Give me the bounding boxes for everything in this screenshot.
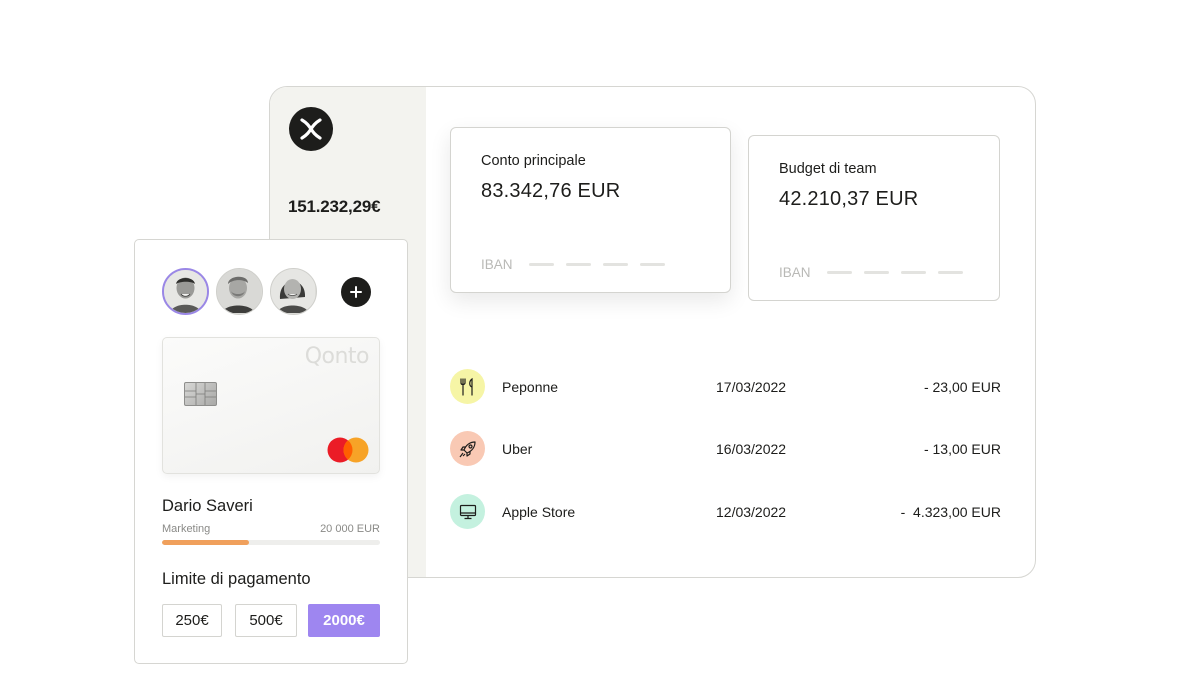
avatar[interactable] <box>162 268 209 315</box>
card-brand-logo: Qonto <box>304 344 370 369</box>
iban-dash <box>602 263 628 266</box>
payment-limit-title: Limite di pagamento <box>162 570 311 588</box>
employee-name: Dario Saveri <box>162 497 253 515</box>
spending-progress-fill <box>162 540 250 545</box>
iban-dash <box>528 263 554 266</box>
transaction-amount: - 23,00 EUR <box>923 379 1001 395</box>
account-name: Conto principale <box>481 153 586 169</box>
avatar[interactable] <box>216 268 263 315</box>
add-member-button[interactable] <box>341 277 371 307</box>
iban-dash <box>900 271 926 274</box>
qonto-logo-icon[interactable] <box>289 107 333 151</box>
team-card-panel: Qonto Dario Saveri Marketing 20 000 EUR … <box>134 239 408 664</box>
transaction-amount: - 4.323,00 EUR <box>900 504 1001 520</box>
transaction-row[interactable]: Peponne 17/03/2022 - 23,00 EUR <box>450 369 1001 405</box>
limit-option-250[interactable]: 250€ <box>162 604 222 637</box>
spending-progress-bar <box>162 540 380 545</box>
iban-dash <box>639 263 665 266</box>
avatar[interactable] <box>270 268 317 315</box>
account-balance: 42.210,37 EUR <box>779 188 919 210</box>
iban-dash <box>937 271 963 274</box>
iban-dash <box>565 263 591 266</box>
iban-placeholder: IBAN <box>779 265 975 280</box>
transaction-date: 17/03/2022 <box>716 379 787 395</box>
mastercard-icon <box>327 437 369 463</box>
account-name: Budget di team <box>779 161 877 177</box>
account-balance: 83.342,76 EUR <box>481 180 621 202</box>
limit-option-500[interactable]: 500€ <box>235 604 297 637</box>
transaction-date: 16/03/2022 <box>716 441 787 457</box>
transaction-merchant: Uber <box>502 441 533 457</box>
transaction-merchant: Peponne <box>502 379 559 395</box>
card-chip-icon <box>184 382 217 406</box>
spending-limit: 20 000 EUR <box>320 523 380 535</box>
transaction-date: 12/03/2022 <box>716 504 787 520</box>
total-balance: 151.232,29€ <box>288 197 381 216</box>
fork-knife-icon <box>450 369 485 404</box>
transaction-merchant: Apple Store <box>502 504 576 520</box>
monitor-icon <box>450 494 485 529</box>
iban-dash <box>863 271 889 274</box>
transaction-row[interactable]: Uber 16/03/2022 - 13,00 EUR <box>450 431 1001 467</box>
limit-option-2000[interactable]: 2000€ <box>308 604 380 637</box>
transaction-amount: - 13,00 EUR <box>923 441 1001 457</box>
employee-department: Marketing <box>162 523 211 535</box>
iban-label: IBAN <box>481 257 513 272</box>
iban-label: IBAN <box>779 265 811 280</box>
plus-icon <box>350 286 362 298</box>
account-card-main[interactable]: Conto principale 83.342,76 EUR IBAN <box>450 127 731 293</box>
rocket-icon <box>450 431 485 466</box>
payment-card[interactable]: Qonto <box>162 337 380 474</box>
iban-placeholder: IBAN <box>481 257 677 272</box>
transaction-row[interactable]: Apple Store 12/03/2022 - 4.323,00 EUR <box>450 494 1001 530</box>
iban-dash <box>826 271 852 274</box>
account-card-team[interactable]: Budget di team 42.210,37 EUR IBAN <box>748 135 1000 301</box>
